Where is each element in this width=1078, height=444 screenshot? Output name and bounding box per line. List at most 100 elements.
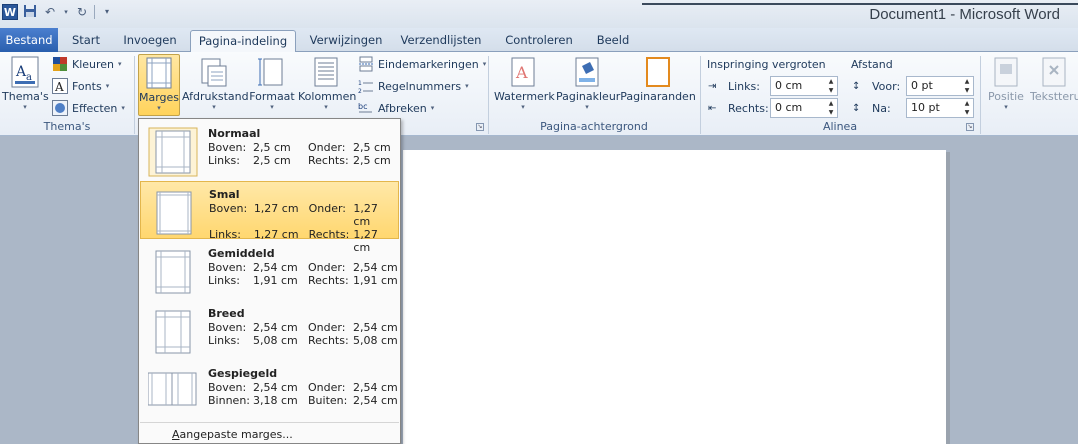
chevron-down-icon: ▾ (23, 103, 27, 111)
margin-option-normaal[interactable]: Normaal Boven: 2,5 cm Onder: 2,5 cm Links: 2… (140, 121, 399, 179)
wrap-text-button[interactable]: Tekstteruc (1030, 54, 1078, 116)
spin-arrows-icon[interactable]: ▲ ▼ (826, 99, 836, 117)
indent-left-row: ⇥ Links: 0 cm ▲ ▼ (708, 76, 838, 96)
hyphenation-label: Afbreken (378, 101, 427, 115)
line-numbers-button[interactable]: 12 Regelnummers ▾ (358, 76, 469, 96)
breaks-label: Eindemarkeringen (378, 57, 479, 71)
page-color-button[interactable]: Paginakleur ▾ (556, 54, 621, 116)
paragraph-launcher-icon[interactable]: ↘ (966, 123, 974, 131)
page-borders-icon (644, 56, 672, 88)
tab-beeld[interactable]: Beeld (588, 30, 638, 52)
position-button[interactable]: Positie ▾ (984, 54, 1028, 116)
watermark-label: Watermerk (494, 90, 555, 103)
customize-icon[interactable]: ▾ (99, 4, 115, 20)
chevron-down-icon: ▾ (585, 103, 589, 111)
page-borders-label: Paginaranden (620, 90, 696, 103)
size-label: Formaat (249, 90, 295, 103)
tab-controleren[interactable]: Controleren (500, 30, 578, 52)
spacing-before-row: ↕ Voor: 0 pt ▲ ▼ (852, 76, 974, 96)
columns-button[interactable]: Kolommen ▾ (298, 54, 357, 116)
margin-option-gemiddeld[interactable]: Gemiddeld Boven: 2,54 cm Onder: 2,54 cm Lin… (140, 241, 399, 299)
ribbon-tabs: Bestand Start Invoegen Pagina-indeling V… (0, 28, 1078, 53)
moderate-margins-icon (148, 247, 198, 297)
tab-invoegen[interactable]: Invoegen (118, 30, 182, 52)
word-logo-icon[interactable]: W (2, 4, 18, 20)
wrap-text-label: Tekstteruc (1030, 90, 1078, 103)
paint-bucket-icon (573, 56, 601, 88)
tab-start[interactable]: Start (62, 30, 110, 52)
chevron-down-icon: ▾ (118, 60, 122, 68)
spacing-before-label: Voor: (872, 79, 901, 93)
chevron-down-icon: ▾ (1004, 103, 1008, 111)
position-icon (992, 56, 1020, 88)
margins-button[interactable]: Marges ▾ (138, 54, 180, 116)
normal-margins-icon (148, 127, 198, 177)
chevron-down-icon: ▾ (482, 60, 487, 68)
spacing-title: Afstand (851, 58, 893, 71)
document-page[interactable] (403, 150, 946, 444)
option-values: Boven: 2,54 cm Onder: 2,54 cm Links: 5,08 cm… (208, 321, 398, 347)
breaks-button[interactable]: Eindemarkeringen ▾ (358, 54, 486, 74)
spin-arrows-icon[interactable]: ▲ ▼ (826, 77, 836, 95)
margin-option-breed[interactable]: Breed Boven: 2,54 cm Onder: 2,54 cm Links: 5… (140, 301, 399, 359)
svg-text:A: A (54, 80, 64, 94)
fonts-label: Fonts (72, 79, 102, 93)
tab-pagina-indeling[interactable]: Pagina-indeling (190, 30, 296, 53)
option-name: Normaal (208, 127, 261, 140)
svg-text:2: 2 (358, 88, 362, 94)
group-separator (980, 56, 981, 134)
tab-bestand[interactable]: Bestand (0, 28, 58, 52)
tab-verwijzingen[interactable]: Verwijzingen (304, 30, 388, 52)
themes-button[interactable]: Aa Thema's ▾ (2, 54, 49, 116)
spin-arrows-icon[interactable]: ▲ ▼ (962, 99, 972, 117)
spin-arrows-icon[interactable]: ▲ ▼ (962, 77, 972, 95)
colors-button[interactable]: Kleuren ▾ (52, 54, 122, 74)
effects-icon (52, 100, 68, 116)
margin-option-gespiegeld[interactable]: Gespiegeld Boven: 2,54 cm Onder: 2,54 cm Bi… (140, 361, 399, 419)
menu-separator (140, 422, 399, 423)
margins-dropdown: Normaal Boven: 2,5 cm Onder: 2,5 cm Links: 2… (138, 118, 401, 444)
orientation-button[interactable]: Afdrukstand ▾ (182, 54, 249, 116)
hyphenation-button[interactable]: bc Afbreken ▾ (358, 98, 434, 118)
qat-separator (94, 5, 95, 19)
line-numbers-label: Regelnummers (378, 79, 462, 93)
colors-icon (53, 57, 67, 71)
narrow-margins-icon (149, 188, 199, 238)
spacing-after-input[interactable]: 10 pt ▲ ▼ (906, 98, 974, 118)
fonts-button[interactable]: A Fonts ▾ (52, 76, 109, 96)
indent-left-input[interactable]: 0 cm ▲ ▼ (770, 76, 838, 96)
page-setup-launcher-icon[interactable]: ↘ (476, 123, 484, 131)
spacing-before-input[interactable]: 0 pt ▲ ▼ (906, 76, 974, 96)
chevron-down-icon: ▾ (521, 103, 525, 111)
custom-margins-menu-item[interactable]: Aangepaste marges... (172, 428, 293, 441)
undo-dropdown-icon[interactable]: ▾ (62, 4, 70, 20)
columns-icon (312, 56, 340, 88)
save-icon[interactable] (22, 4, 38, 20)
chevron-down-icon: ▾ (270, 103, 274, 111)
breaks-icon (359, 56, 373, 72)
option-name: Gespiegeld (208, 367, 278, 380)
svg-text:bc: bc (358, 102, 367, 111)
size-button[interactable]: Formaat ▾ (248, 54, 296, 116)
page-borders-button[interactable]: Paginaranden (620, 54, 696, 116)
group-separator (134, 56, 135, 134)
indent-right-label: Rechts: (728, 101, 769, 115)
effects-button[interactable]: Effecten ▾ (52, 98, 125, 118)
redo-icon[interactable]: ↻ (74, 4, 90, 20)
watermark-button[interactable]: A Watermerk ▾ (494, 54, 555, 116)
margin-option-smal[interactable]: Smal Boven: 1,27 cm Onder: 1,27 cm Links: 1,… (140, 181, 399, 254)
option-name: Smal (209, 188, 240, 201)
svg-text:A: A (515, 63, 528, 82)
columns-label: Kolommen (298, 90, 357, 103)
option-values: Boven: 2,5 cm Onder: 2,5 cm Links: 2,5 cm Rec… (208, 141, 391, 167)
tab-verzendlijsten[interactable]: Verzendlijsten (396, 30, 486, 52)
option-name: Breed (208, 307, 245, 320)
hyphenation-icon: bc (358, 102, 372, 113)
chevron-down-icon: ▾ (430, 104, 435, 112)
option-values: Boven: 2,54 cm Onder: 2,54 cm Links: 1,91 cm… (208, 261, 398, 287)
page-color-label: Paginakleur (556, 90, 621, 103)
undo-icon[interactable]: ↶ (42, 4, 58, 20)
themes-group-label: Thema's (43, 120, 91, 133)
indent-right-input[interactable]: 0 cm ▲ ▼ (770, 98, 838, 118)
chevron-down-icon: ▾ (324, 103, 328, 111)
